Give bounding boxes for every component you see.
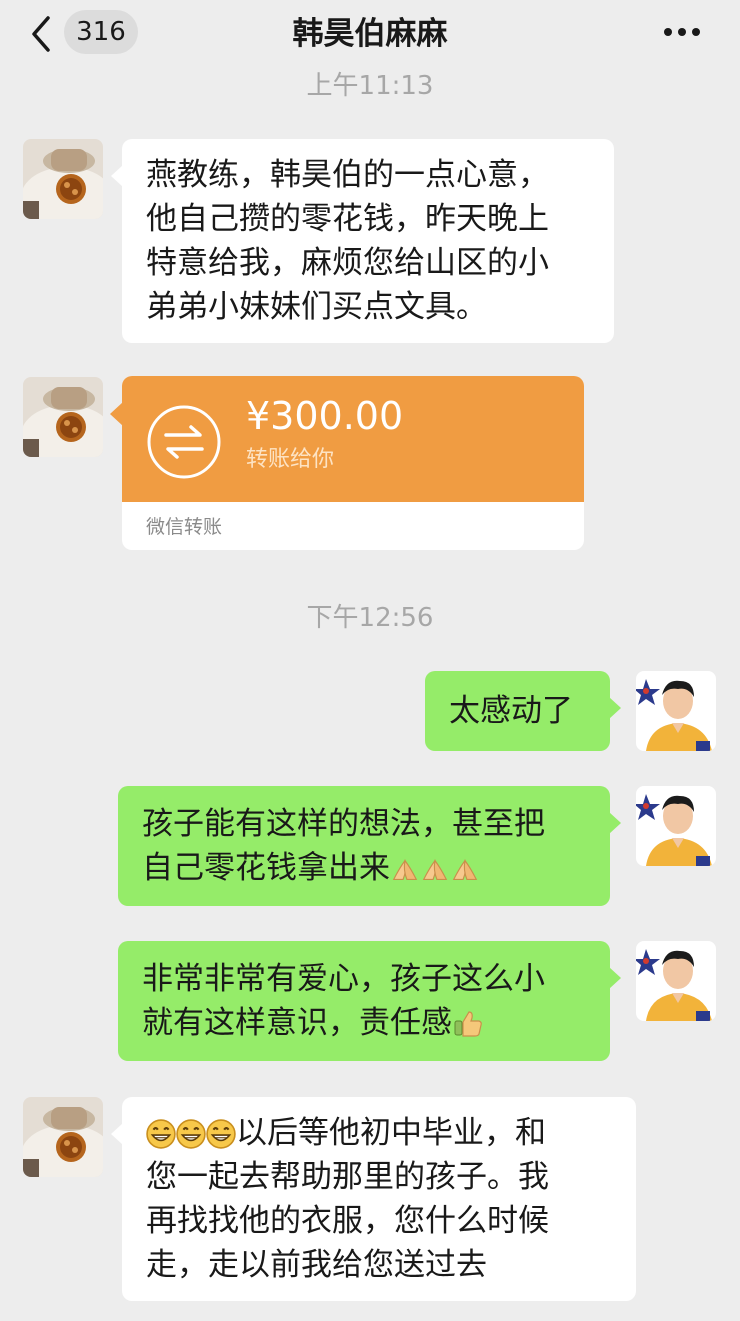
message-text: 走，走以前我给您送过去 — [146, 1247, 487, 1283]
self-avatar[interactable] — [636, 671, 716, 751]
self-avatar[interactable] — [636, 941, 716, 1021]
message-bubble[interactable]: 以后等他初中毕业，和 您一起去帮助那里的孩子。我 再找找他的衣服，您什么时候 走… — [111, 1097, 636, 1301]
message-text: 太感动了 — [449, 693, 573, 729]
folded-hands-icon — [393, 860, 417, 880]
message-text: 就有这样意识，责任感 — [142, 1005, 452, 1041]
thumbs-up-icon — [454, 1011, 482, 1037]
message-line: 就有这样意识，责任感 — [142, 1001, 586, 1045]
message-line: 自己零花钱拿出来 — [142, 846, 586, 890]
message-text: 燕教练，韩昊伯的一点心意， — [146, 157, 549, 193]
contact-avatar[interactable] — [23, 377, 103, 457]
message-text: 孩子能有这样的想法，甚至把 — [142, 806, 545, 842]
timestamp: 下午12:56 — [306, 603, 434, 633]
chat-title: 韩昊伯麻麻 — [292, 16, 448, 52]
folded-hands-icon — [423, 860, 447, 880]
self-avatar[interactable] — [636, 786, 716, 866]
message-text: 再找找他的衣服，您什么时候 — [146, 1203, 549, 1239]
transfer-card-top: ¥300.00 转账给你 — [122, 376, 584, 502]
transfer-arrows-icon — [147, 405, 221, 479]
transfer-amount: ¥300.00 — [246, 394, 404, 438]
contact-avatar[interactable] — [23, 139, 103, 219]
transfer-card[interactable]: ¥300.00 转账给你 微信转账 — [122, 376, 584, 550]
message-text: 他自己攒的零花钱，昨天晚上 — [146, 201, 549, 237]
message-bubble[interactable]: 太感动了 — [425, 671, 621, 751]
more-dots-icon[interactable] — [660, 24, 704, 40]
transfer-footer: 微信转账 — [146, 516, 223, 538]
message-text: 以后等他初中毕业，和 — [236, 1115, 546, 1151]
contact-avatar[interactable] — [23, 1097, 103, 1177]
message-text: 特意给我，麻烦您给山区的小 — [146, 245, 549, 281]
message-line: 以后等他初中毕业，和 — [146, 1111, 612, 1155]
message-bubble[interactable]: 燕教练，韩昊伯的一点心意， 他自己攒的零花钱，昨天晚上 特意给我，麻烦您给山区的… — [111, 139, 614, 343]
message-text: 非常非常有爱心，孩子这么小 — [142, 961, 545, 997]
message-text: 您一起去帮助那里的孩子。我 — [146, 1159, 549, 1195]
chat-header: 316 韩昊伯麻麻 — [0, 0, 740, 72]
grinning-face-icon — [176, 1119, 206, 1149]
message-bubble[interactable]: 孩子能有这样的想法，甚至把 自己零花钱拿出来 — [118, 786, 621, 906]
timestamp: 上午11:13 — [306, 71, 434, 101]
message-bubble[interactable]: 非常非常有爱心，孩子这么小 就有这样意识，责任感 — [118, 941, 621, 1061]
message-text: 自己零花钱拿出来 — [142, 850, 390, 886]
grinning-face-icon — [206, 1119, 236, 1149]
folded-hands-icon — [453, 860, 477, 880]
grinning-face-icon — [146, 1119, 176, 1149]
message-text: 弟弟小妹妹们买点文具。 — [146, 289, 487, 325]
transfer-label: 转账给你 — [246, 447, 335, 472]
